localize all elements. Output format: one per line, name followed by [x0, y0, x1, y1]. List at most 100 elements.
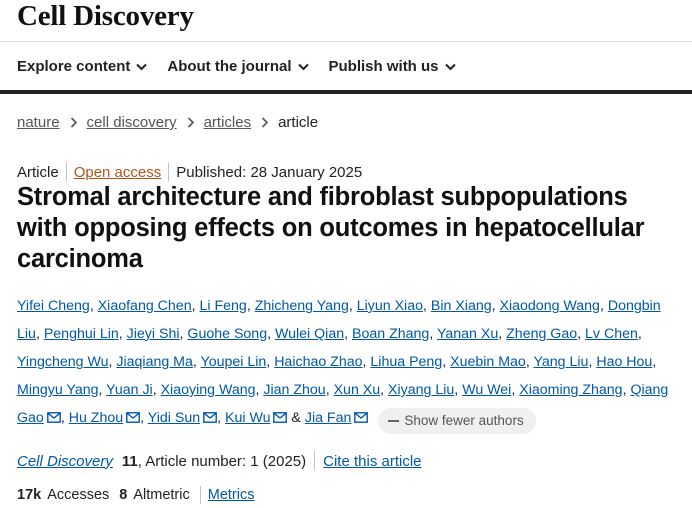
- author-item: Lv Chen: [585, 326, 638, 342]
- article-meta: Article Open access Published: 28 Januar…: [17, 163, 362, 181]
- published-date: Published: 28 January 2025: [176, 163, 363, 181]
- divider: [314, 451, 316, 471]
- metrics-link[interactable]: Metrics: [208, 487, 255, 503]
- author-item: Penghui Lin: [44, 326, 119, 342]
- mail-icon[interactable]: [203, 405, 218, 433]
- author-link[interactable]: Jian Zhou: [263, 382, 325, 398]
- altmetric-score: 8: [119, 487, 128, 503]
- chevron-down-icon: [444, 63, 456, 70]
- author-item: Xiaodong Wang: [500, 298, 600, 314]
- author-item: Xun Xu: [334, 382, 381, 398]
- breadcrumb-current: article: [278, 114, 319, 131]
- author-item: Yidi Sun: [148, 410, 218, 426]
- author-item: Jiaqiang Ma: [116, 354, 193, 370]
- journal-link[interactable]: Cell Discovery: [17, 453, 113, 470]
- author-link[interactable]: Zheng Gao: [506, 326, 577, 342]
- author-link[interactable]: Xiyang Liu: [388, 382, 454, 398]
- nav-about-journal[interactable]: About the journal: [167, 58, 309, 75]
- author-link[interactable]: Liyun Xiao: [357, 298, 423, 314]
- breadcrumb-nature[interactable]: nature: [17, 114, 60, 131]
- author-link[interactable]: Yingcheng Wu: [17, 354, 109, 370]
- author-link[interactable]: Wu Wei: [462, 382, 511, 398]
- open-access-link[interactable]: Open access: [74, 164, 162, 181]
- mail-icon[interactable]: [46, 405, 61, 433]
- author-link[interactable]: Boan Zhang: [352, 326, 429, 342]
- author-item: Li Feng: [199, 298, 246, 314]
- author-link[interactable]: Yang Liu: [533, 354, 588, 370]
- chevron-down-icon: [297, 63, 309, 70]
- breadcrumb: nature cell discovery articles article: [17, 114, 318, 131]
- author-link[interactable]: Penghui Lin: [44, 326, 119, 342]
- author-link[interactable]: Xiaofang Chen: [98, 298, 192, 314]
- author-item: Guohe Song: [187, 326, 267, 342]
- nav-explore-content[interactable]: Explore content: [17, 58, 148, 75]
- author-item: Jieyi Shi: [127, 326, 180, 342]
- author-link[interactable]: Wulei Qian: [275, 326, 344, 342]
- citation-line: Cell Discovery 11 , Article number: 1 (2…: [17, 451, 422, 471]
- author-link[interactable]: Xun Xu: [334, 382, 381, 398]
- journal-logo[interactable]: Cell Discovery: [17, 0, 194, 33]
- author-item: Kui Wu: [225, 410, 288, 426]
- author-item: Xiaofang Chen: [98, 298, 192, 314]
- show-fewer-authors-button[interactable]: Show fewer authors: [378, 408, 536, 434]
- author-link[interactable]: Xuebin Mao: [450, 354, 526, 370]
- show-fewer-authors-label: Show fewer authors: [404, 413, 524, 428]
- author-item: Yanan Xu: [437, 326, 498, 342]
- author-link[interactable]: Yifei Cheng: [17, 298, 90, 314]
- mail-icon[interactable]: [126, 405, 141, 433]
- author-link[interactable]: Mingyu Yang: [17, 382, 99, 398]
- author-link[interactable]: Li Feng: [199, 298, 246, 314]
- chevron-down-icon: [136, 63, 148, 70]
- author-link[interactable]: Hu Zhou: [69, 410, 123, 426]
- author-link[interactable]: Youpei Lin: [201, 354, 267, 370]
- author-item: Lihua Peng: [370, 354, 442, 370]
- metrics-line: 17k Accesses 8 Altmetric Metrics: [17, 486, 254, 504]
- breadcrumb-articles[interactable]: articles: [204, 114, 252, 131]
- author-item: Xiaoming Zhang: [519, 382, 622, 398]
- author-link[interactable]: Kui Wu: [225, 410, 270, 426]
- author-link[interactable]: Xiaoying Wang: [161, 382, 256, 398]
- author-item: Yingcheng Wu: [17, 354, 109, 370]
- article-type: Article: [17, 163, 59, 181]
- author-link[interactable]: Jiaqiang Ma: [116, 354, 193, 370]
- breadcrumb-cell-discovery[interactable]: cell discovery: [87, 114, 177, 131]
- divider: [199, 486, 201, 504]
- author-link[interactable]: Zhicheng Yang: [255, 298, 349, 314]
- author-item: Wulei Qian: [275, 326, 344, 342]
- author-item: Zheng Gao: [506, 326, 577, 342]
- divider: [65, 163, 67, 181]
- author-item: Yang Liu: [533, 354, 588, 370]
- author-link[interactable]: Yidi Sun: [148, 410, 200, 426]
- author-item: Jian Zhou: [263, 382, 325, 398]
- main-nav: Explore content About the journal Publis…: [17, 58, 476, 75]
- author-list: Yifei Cheng, Xiaofang Chen, Li Feng, Zhi…: [17, 292, 682, 434]
- author-item: Xiaoying Wang: [161, 382, 256, 398]
- author-item: Hao Hou: [596, 354, 652, 370]
- nav-about-journal-label: About the journal: [167, 58, 292, 75]
- mail-icon[interactable]: [273, 405, 288, 433]
- author-link[interactable]: Hao Hou: [596, 354, 652, 370]
- cite-this-article-link[interactable]: Cite this article: [323, 453, 421, 470]
- author-link[interactable]: Guohe Song: [187, 326, 267, 342]
- author-link[interactable]: Lv Chen: [585, 326, 638, 342]
- author-link[interactable]: Bin Xiang: [431, 298, 492, 314]
- author-link[interactable]: Xiaodong Wang: [500, 298, 600, 314]
- author-link[interactable]: Yuan Ji: [106, 382, 153, 398]
- author-link[interactable]: Jieyi Shi: [127, 326, 180, 342]
- nav-publish-with-us[interactable]: Publish with us: [329, 58, 456, 75]
- accesses-label: Accesses: [47, 487, 110, 503]
- author-item: Haichao Zhao: [274, 354, 362, 370]
- author-link[interactable]: Jia Fan: [305, 410, 352, 426]
- mail-icon[interactable]: [354, 405, 369, 433]
- header-divider: [0, 41, 692, 42]
- author-item: Hu Zhou: [69, 410, 141, 426]
- author-link[interactable]: Xiaoming Zhang: [519, 382, 622, 398]
- author-item: Zhicheng Yang: [255, 298, 349, 314]
- nav-publish-with-us-label: Publish with us: [328, 58, 439, 75]
- chevron-right-icon: [261, 117, 269, 128]
- volume: 11: [121, 452, 138, 470]
- altmetric-label: Altmetric: [133, 487, 190, 503]
- author-link[interactable]: Haichao Zhao: [274, 354, 362, 370]
- author-link[interactable]: Yanan Xu: [437, 326, 498, 342]
- author-link[interactable]: Lihua Peng: [370, 354, 442, 370]
